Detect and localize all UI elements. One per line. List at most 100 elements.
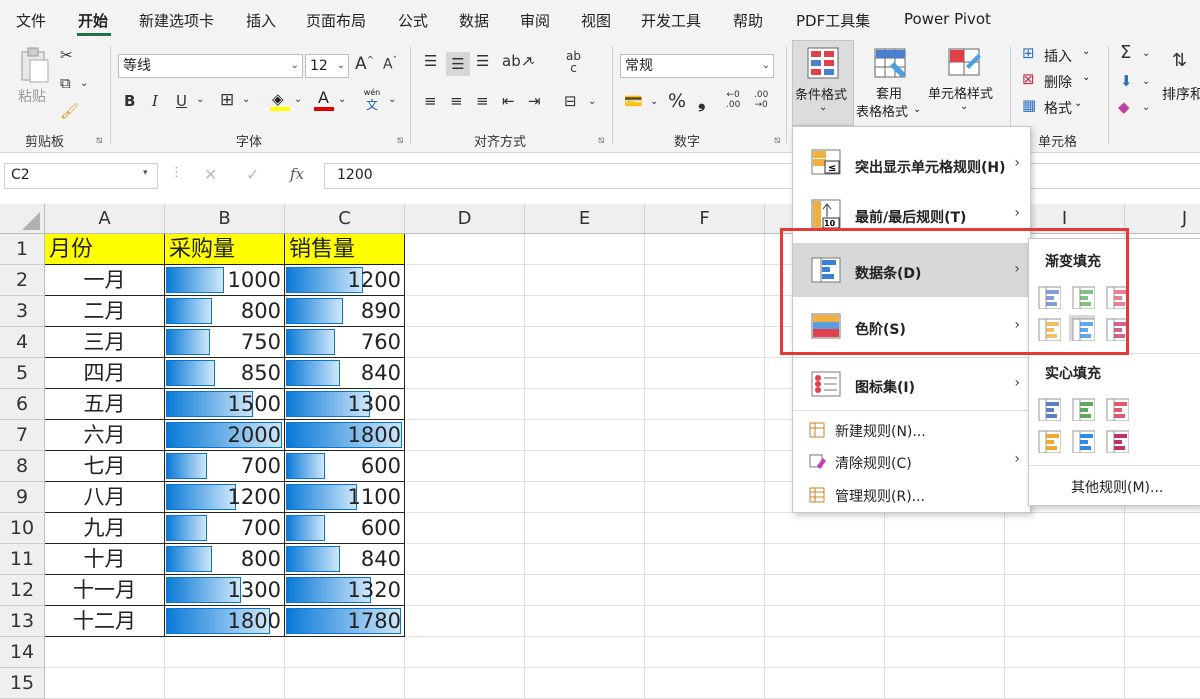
number-format-select[interactable]: 常规 ⌄ [620, 54, 774, 78]
month-cell[interactable]: 九月 [45, 513, 165, 544]
tab-data[interactable]: 数据 [459, 10, 489, 31]
format-as-table-button[interactable]: 套用 表格格式 ⌄ [856, 40, 924, 126]
grid-cell[interactable] [1005, 668, 1125, 699]
grid-cell[interactable] [645, 296, 765, 327]
accounting-icon[interactable]: 💳 [624, 92, 643, 110]
sales-cell[interactable]: 760 [285, 327, 405, 358]
grid-cell[interactable] [645, 637, 765, 668]
grid-cell[interactable] [405, 482, 525, 513]
sort-filter-icon[interactable]: ⇅ [1172, 50, 1187, 71]
sales-cell[interactable]: 840 [285, 358, 405, 389]
grid-cell[interactable] [1005, 575, 1125, 606]
grid-cell[interactable] [645, 234, 765, 265]
enter-icon[interactable]: ✓ [246, 165, 259, 184]
purchase-cell[interactable]: 750 [165, 327, 285, 358]
align-top-icon[interactable]: ☰ [424, 52, 437, 70]
purchase-cell[interactable]: 1300 [165, 575, 285, 606]
align-middle-icon[interactable]: ☰ [446, 52, 470, 76]
month-cell[interactable]: 七月 [45, 451, 165, 482]
tab-insert[interactable]: 插入 [246, 10, 276, 31]
grid-cell[interactable] [1125, 637, 1200, 668]
tab-file[interactable]: 文件 [16, 10, 46, 31]
phonetic-icon[interactable]: wén 文 [362, 88, 382, 116]
month-cell[interactable]: 三月 [45, 327, 165, 358]
month-cell[interactable]: 十月 [45, 544, 165, 575]
grid-cell[interactable] [405, 668, 525, 699]
grid-cell[interactable] [525, 358, 645, 389]
grid-cell[interactable] [405, 358, 525, 389]
grid-cell[interactable] [645, 389, 765, 420]
menu-item-icon-sets[interactable]: 图标集(I) › [793, 359, 1030, 409]
data-bar-swatch[interactable] [1035, 283, 1061, 309]
column-header-b[interactable]: B [165, 204, 285, 234]
format-cells-button[interactable]: ▦ 格式 ⌄ [1022, 96, 1102, 118]
grid-cell[interactable] [525, 513, 645, 544]
grid-cell[interactable] [405, 296, 525, 327]
grid-cell[interactable] [525, 637, 645, 668]
grid-cell[interactable] [165, 668, 285, 699]
tab-review[interactable]: 审阅 [520, 10, 550, 31]
grid-cell[interactable] [405, 389, 525, 420]
column-header-f[interactable]: F [645, 204, 765, 234]
header-cell-a[interactable]: 月份 [45, 234, 165, 265]
grid-cell[interactable] [405, 234, 525, 265]
increase-decimal-button[interactable]: ←0 .00 [726, 90, 740, 110]
sales-cell[interactable]: 1200 [285, 265, 405, 296]
chevron-down-icon[interactable]: ⌄ [294, 94, 302, 105]
row-header-5[interactable]: 5 [0, 358, 45, 389]
column-header-a[interactable]: A [45, 204, 165, 234]
format-painter-icon[interactable]: 🖌 [60, 102, 79, 120]
grid-cell[interactable] [405, 637, 525, 668]
grid-cell[interactable] [525, 451, 645, 482]
shrink-font-icon[interactable]: Aˇ [383, 56, 397, 73]
menu-item-new-rule[interactable]: 新建规则(N)... [793, 415, 1030, 445]
select-all-button[interactable] [0, 204, 45, 234]
grid-cell[interactable] [45, 668, 165, 699]
data-bar-swatch[interactable] [1103, 315, 1129, 341]
grid-cell[interactable] [885, 513, 1005, 544]
chevron-down-icon[interactable]: ⌄ [242, 94, 250, 105]
month-cell[interactable]: 四月 [45, 358, 165, 389]
grid-cell[interactable] [525, 389, 645, 420]
name-box[interactable]: C2 ▾ [4, 163, 158, 189]
grid-cell[interactable] [765, 637, 885, 668]
row-header-4[interactable]: 4 [0, 327, 45, 358]
paste-button[interactable] [16, 46, 52, 86]
grid-cell[interactable] [1125, 606, 1200, 637]
grid-cell[interactable] [765, 544, 885, 575]
tab-home[interactable]: 开始 [78, 10, 108, 31]
percent-button[interactable]: % [668, 90, 686, 112]
decrease-indent-icon[interactable]: ⇤ [502, 92, 515, 110]
purchase-cell[interactable]: 1500 [165, 389, 285, 420]
grid-cell[interactable] [405, 327, 525, 358]
grid-cell[interactable] [1125, 513, 1200, 544]
grid-cell[interactable] [765, 513, 885, 544]
purchase-cell[interactable]: 2000 [165, 420, 285, 451]
formula-input[interactable]: 1200 [324, 163, 1200, 189]
purchase-cell[interactable]: 1000 [165, 265, 285, 296]
align-left-icon[interactable]: ≡ [424, 92, 437, 110]
row-header-13[interactable]: 13 [0, 606, 45, 637]
border-icon[interactable]: ⊞ [220, 90, 234, 110]
sales-cell[interactable]: 1100 [285, 482, 405, 513]
purchase-cell[interactable]: 850 [165, 358, 285, 389]
fill-color-icon[interactable]: ◈ [270, 90, 290, 112]
clipboard-launcher-icon[interactable]: ⧅ [96, 135, 102, 146]
month-cell[interactable]: 八月 [45, 482, 165, 513]
font-launcher-icon[interactable]: ⧅ [397, 135, 403, 146]
menu-item-highlight-rules[interactable]: ≤ 突出显示单元格规则(H) › [793, 133, 1030, 185]
grid-cell[interactable] [1005, 513, 1125, 544]
grid-cell[interactable] [885, 544, 1005, 575]
grid-cell[interactable] [405, 606, 525, 637]
grid-cell[interactable] [525, 668, 645, 699]
chevron-down-icon[interactable]: ⌄ [650, 96, 658, 107]
grid-cell[interactable] [165, 637, 285, 668]
grid-cell[interactable] [1005, 637, 1125, 668]
row-header-15[interactable]: 15 [0, 668, 45, 699]
grid-cell[interactable] [645, 358, 765, 389]
row-header-8[interactable]: 8 [0, 451, 45, 482]
sales-cell[interactable]: 1300 [285, 389, 405, 420]
chevron-down-icon[interactable]: ⌄ [338, 94, 346, 105]
grid-cell[interactable] [525, 606, 645, 637]
row-header-7[interactable]: 7 [0, 420, 45, 451]
